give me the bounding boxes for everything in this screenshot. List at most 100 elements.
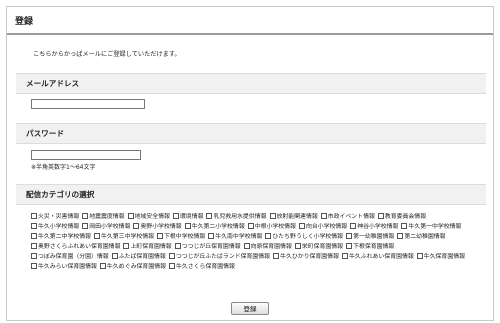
category-label: 牛久ふれあい保育園情報: [348, 254, 414, 260]
category-option[interactable]: 牛久めぐみ保育園情報: [99, 262, 166, 272]
category-option[interactable]: 牛久みらい保育園情報: [31, 262, 97, 272]
category-checkbox[interactable]: [416, 253, 423, 259]
password-heading: パスワード: [26, 129, 64, 138]
category-label: ふたば保育園情報: [118, 254, 166, 260]
category-label: 牛久保育園情報: [423, 254, 465, 260]
category-checkbox[interactable]: [99, 263, 106, 269]
category-checkbox[interactable]: [401, 223, 408, 229]
category-option[interactable]: つつじが丘ふたばランド保育園情報: [168, 252, 270, 262]
category-checkbox[interactable]: [350, 223, 357, 229]
category-checkbox[interactable]: [174, 243, 181, 249]
category-label: 牛久南中学校情報: [215, 234, 263, 240]
category-option[interactable]: 中根小学校情報: [247, 222, 296, 232]
category-label: 向台小学校情報: [305, 224, 348, 230]
category-checkbox[interactable]: [82, 223, 89, 229]
category-checkbox[interactable]: [82, 213, 89, 219]
category-option[interactable]: 牛久第二中学校情報: [31, 232, 91, 242]
category-option[interactable]: 市政イベント情報: [320, 212, 375, 222]
category-checkbox[interactable]: [206, 213, 213, 219]
category-checkbox[interactable]: [133, 223, 140, 229]
password-field[interactable]: [31, 150, 141, 160]
category-option[interactable]: 牛久小学校情報: [31, 222, 79, 232]
category-option[interactable]: 奥野小学校情報: [133, 222, 182, 232]
category-heading: 配信カテゴリの選択: [26, 190, 95, 199]
category-checkbox[interactable]: [208, 233, 215, 239]
submit-button[interactable]: 登録: [231, 302, 269, 315]
password-section-header: パスワード: [16, 123, 486, 144]
category-option[interactable]: 牛久第一中学校情報: [401, 222, 461, 232]
category-option[interactable]: 牛久保育園情報: [416, 252, 465, 262]
category-option[interactable]: 向台小学校情報: [298, 222, 348, 232]
category-option[interactable]: 岡田小学校情報: [82, 222, 130, 232]
title-bar: 登録: [7, 7, 493, 35]
category-label: つぼみ保育園（分園）情報: [38, 254, 109, 260]
category-checkbox[interactable]: [31, 223, 37, 229]
category-option[interactable]: 下根中学校情報: [157, 232, 205, 242]
category-checkbox[interactable]: [346, 243, 353, 249]
category-option[interactable]: 牛久第二小学校情報: [184, 222, 245, 232]
category-option[interactable]: 環境情報: [172, 212, 203, 222]
category-option[interactable]: 上町保育園情報: [123, 242, 172, 252]
category-checkbox[interactable]: [31, 253, 37, 259]
category-checkbox[interactable]: [265, 233, 272, 239]
email-field[interactable]: [31, 99, 145, 109]
category-label: 地震震度情報: [89, 214, 125, 220]
category-checkbox[interactable]: [111, 253, 118, 259]
category-option[interactable]: 牛久南中学校情報: [208, 232, 262, 242]
category-checkbox[interactable]: [31, 243, 37, 249]
category-option[interactable]: つつじが丘保育園情報: [174, 242, 241, 252]
category-label: 神谷小学校情報: [357, 224, 399, 230]
category-checkbox[interactable]: [184, 223, 191, 229]
category-option[interactable]: 放射能関連情報: [269, 212, 318, 222]
category-label: 奥野さくらふれあい保育園情報: [38, 244, 121, 250]
category-checkbox[interactable]: [31, 233, 37, 239]
category-option[interactable]: つぼみ保育園（分園）情報: [31, 252, 109, 262]
category-option[interactable]: 地域安全情報: [127, 212, 170, 222]
category-option[interactable]: 第一幼稚園情報: [346, 232, 394, 242]
category-option[interactable]: 牛久さくら保育園情報: [169, 262, 235, 272]
category-option[interactable]: ひたち野うしく小学校情報: [265, 232, 343, 242]
category-label: 下根中学校情報: [164, 234, 206, 240]
category-label: 牛久第二小学校情報: [191, 224, 245, 230]
category-label: 牛久ひかり保育園情報: [280, 254, 339, 260]
category-checkbox[interactable]: [94, 233, 101, 239]
category-label: 牛久みらい保育園情報: [38, 264, 97, 270]
category-checkbox[interactable]: [273, 253, 280, 259]
category-checkbox[interactable]: [31, 263, 37, 269]
category-checkbox[interactable]: [243, 243, 250, 249]
category-option[interactable]: 神谷小学校情報: [350, 222, 398, 232]
category-option[interactable]: 火災・災害情報: [31, 212, 79, 222]
category-label: 牛久めぐみ保育園情報: [106, 264, 166, 270]
category-checkbox[interactable]: [269, 213, 276, 219]
category-option[interactable]: 奥野さくらふれあい保育園情報: [31, 242, 120, 252]
category-option[interactable]: ふたば保育園情報: [111, 252, 166, 262]
category-option[interactable]: 栄町保育園情報: [294, 242, 343, 252]
category-checkbox[interactable]: [298, 223, 305, 229]
category-checkbox[interactable]: [172, 213, 179, 219]
category-checkbox[interactable]: [157, 233, 164, 239]
category-option[interactable]: 下根保育園情報: [346, 242, 394, 252]
category-option[interactable]: 教育委員会情報: [377, 212, 426, 222]
category-label: 市政イベント情報: [327, 214, 375, 220]
category-option[interactable]: 牛久ふれあい保育園情報: [341, 252, 414, 262]
category-checkbox[interactable]: [341, 253, 348, 259]
category-checkbox[interactable]: [397, 233, 404, 239]
category-option[interactable]: 向原保育園情報: [243, 242, 292, 252]
email-heading: メールアドレス: [26, 79, 80, 88]
category-checkbox[interactable]: [31, 213, 37, 219]
category-checkbox[interactable]: [168, 253, 175, 259]
category-label: 第一幼稚園情報: [353, 234, 395, 240]
category-checkbox[interactable]: [123, 243, 130, 249]
category-checkbox[interactable]: [169, 263, 175, 269]
category-option[interactable]: 地震震度情報: [82, 212, 125, 222]
category-checkbox[interactable]: [346, 233, 353, 239]
category-checkbox[interactable]: [247, 223, 254, 229]
category-option[interactable]: 牛久ひかり保育園情報: [273, 252, 339, 262]
category-checkbox[interactable]: [320, 213, 327, 219]
category-option[interactable]: 牛久第三中学校情報: [94, 232, 154, 242]
category-option[interactable]: 乳児救用水提供情報: [206, 212, 267, 222]
category-checkbox[interactable]: [294, 243, 301, 249]
category-checkbox[interactable]: [377, 213, 384, 219]
category-option[interactable]: 第二幼稚園情報: [397, 232, 446, 242]
category-checkbox[interactable]: [127, 213, 134, 219]
